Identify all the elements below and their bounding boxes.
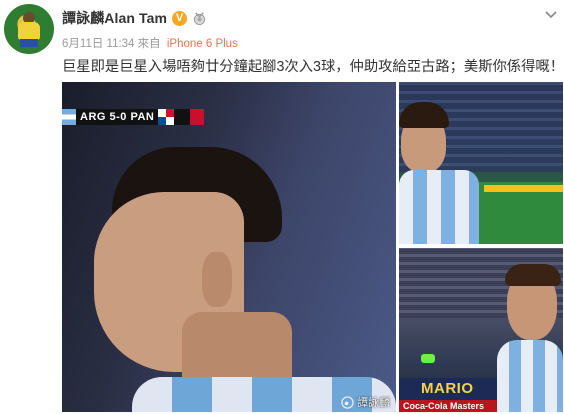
panama-flag-icon: [158, 109, 175, 125]
author-name[interactable]: 譚詠麟Alan Tam: [62, 8, 167, 28]
watermark: 譚詠麟: [341, 394, 390, 410]
argentina-flag-icon: [62, 109, 76, 125]
avatar[interactable]: [4, 4, 54, 54]
watermark-text: 譚詠麟: [357, 397, 390, 409]
scoreboard: ARG 5-0 PAN: [62, 109, 190, 125]
verified-badge-icon[interactable]: V: [172, 10, 188, 26]
post-text: 巨星即是巨星入場唔夠廿分鐘起腳3次入3球，仲助攻給亞古路；美斯你係得嘅！: [62, 59, 564, 75]
post-header: 譚詠麟Alan Tam V: [62, 8, 207, 28]
weibo-icon: [341, 395, 354, 409]
photo-thumbnail-1[interactable]: [399, 82, 563, 244]
source-device-link[interactable]: iPhone 6 Plus: [167, 38, 238, 50]
scoreboard-text: ARG 5-0 PAN: [80, 111, 155, 123]
photo-thumbnail-2[interactable]: MARIO Coca-Cola Masters: [399, 248, 563, 412]
source-prefix: 來自: [137, 38, 161, 50]
main-photo[interactable]: ARG 5-0 PAN 譚詠麟: [62, 82, 396, 412]
chevron-down-icon[interactable]: [544, 7, 558, 21]
post-timestamp[interactable]: 6月11日 11:34: [62, 38, 134, 50]
post-meta: 6月11日 11:34 來自 iPhone 6 Plus: [62, 35, 238, 51]
medal-icon[interactable]: [192, 11, 207, 26]
stadium-board: MARIO: [399, 378, 497, 400]
